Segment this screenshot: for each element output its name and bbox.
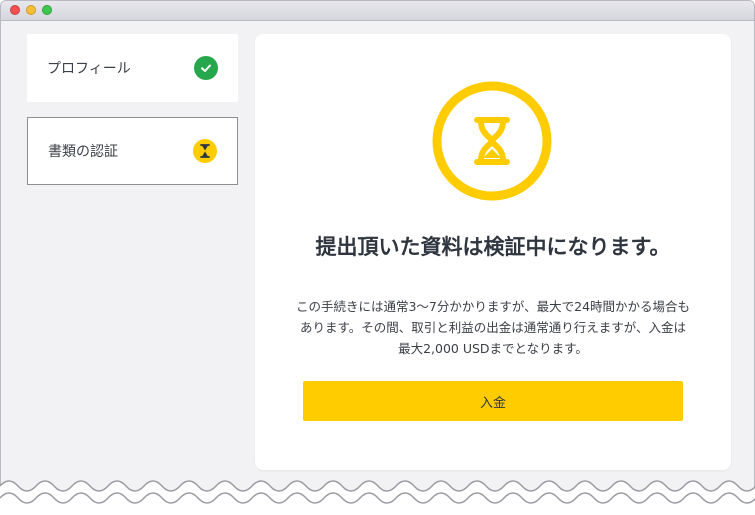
step-document-verification[interactable]: 書類の認証: [27, 117, 238, 185]
minimize-window-button[interactable]: [26, 5, 36, 15]
step-profile-label: プロフィール: [47, 61, 131, 77]
step-docs-label: 書類の認証: [48, 144, 118, 160]
window-titlebar: [1, 1, 754, 21]
verification-status-card: 提出頂いた資料は検証中になります。 この手続きには通常3〜7分かかりますが、最大…: [255, 34, 731, 470]
hourglass-icon: [432, 81, 552, 201]
checkmark-icon: [194, 56, 218, 80]
verification-description: この手続きには通常3〜7分かかりますが、最大で24時間かかる場合もあります。その…: [295, 299, 691, 356]
torn-edge-divider: [0, 480, 755, 515]
verification-title: 提出頂いた資料は検証中になります。: [315, 235, 671, 259]
hourglass-icon: [193, 139, 217, 163]
step-profile[interactable]: プロフィール: [27, 34, 238, 102]
app-window: プロフィール 書類の認証 提出頂いた資料は検証中になります。 この手続きには通常…: [0, 0, 755, 515]
maximize-window-button[interactable]: [42, 5, 52, 15]
close-window-button[interactable]: [10, 5, 20, 15]
deposit-button[interactable]: 入金: [303, 381, 683, 421]
